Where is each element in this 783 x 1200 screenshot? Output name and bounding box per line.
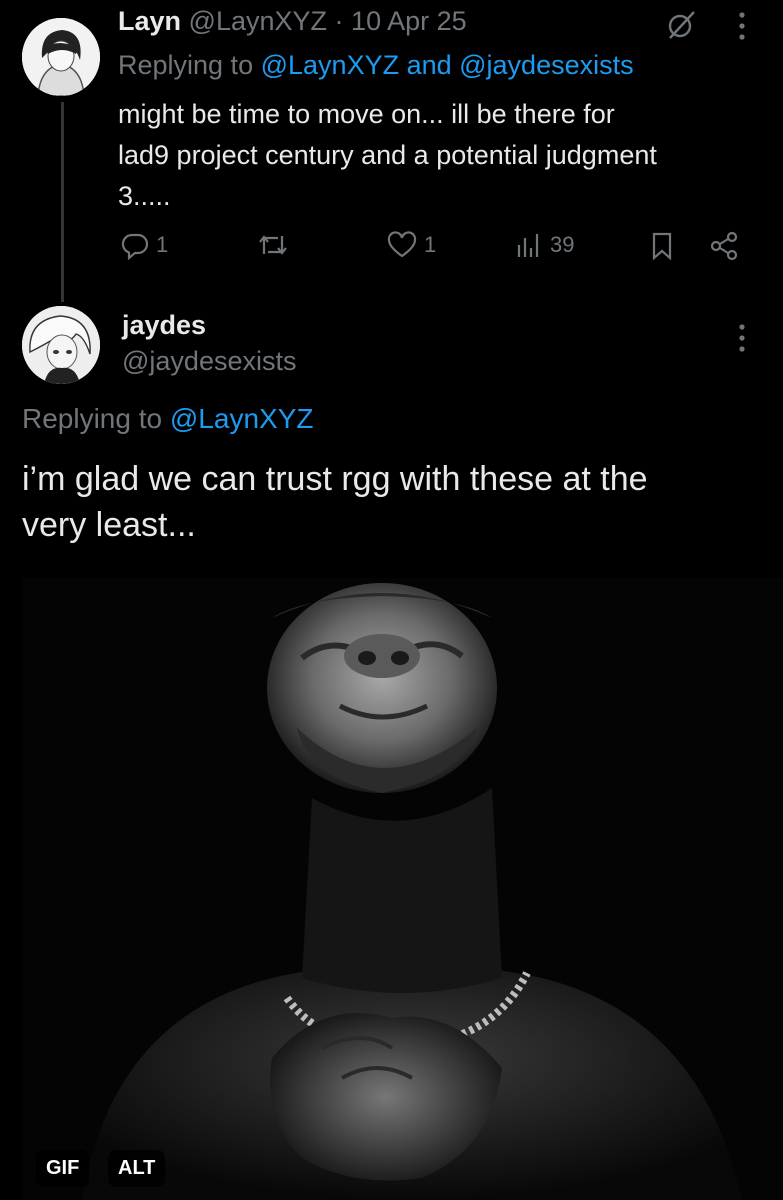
retweet-icon bbox=[259, 235, 287, 255]
gif-image bbox=[22, 578, 782, 1200]
gif-media[interactable] bbox=[22, 578, 782, 1200]
author-handle[interactable]: @jaydesexists bbox=[122, 346, 296, 377]
more-icon[interactable] bbox=[732, 322, 752, 361]
replying-prefix: Replying to bbox=[118, 50, 254, 80]
more-icon[interactable] bbox=[732, 10, 752, 49]
replying-users-link[interactable]: @LaynXYZ and @jaydesexists bbox=[261, 50, 634, 80]
tweet-text-line: might be time to move on... ill be there… bbox=[118, 99, 615, 129]
reply-count: 1 bbox=[156, 232, 169, 257]
author-handle[interactable]: @LaynXYZ bbox=[189, 6, 327, 36]
share-icon bbox=[710, 231, 738, 261]
author-name[interactable]: jaydes bbox=[122, 310, 206, 341]
avatar-layn[interactable] bbox=[22, 18, 100, 96]
replying-user-link[interactable]: @LaynXYZ bbox=[170, 403, 314, 434]
like-icon bbox=[387, 231, 417, 258]
author-name[interactable]: Layn bbox=[118, 6, 181, 36]
separator: · bbox=[334, 6, 344, 36]
tweet-text-line: very least... bbox=[22, 506, 196, 544]
tweet-text-line: 3..... bbox=[118, 181, 171, 211]
view-count: 39 bbox=[550, 232, 575, 257]
tweet1-header: Layn @LaynXYZ · 10 Apr 25 bbox=[118, 6, 467, 37]
views-icon bbox=[517, 234, 539, 257]
reply-icon bbox=[121, 233, 149, 260]
gif-badge: GIF bbox=[36, 1150, 90, 1187]
retweet-button[interactable] bbox=[256, 230, 290, 260]
alt-button[interactable]: ALT bbox=[108, 1150, 166, 1187]
replying-to: Replying to @LaynXYZ and @jaydesexists bbox=[118, 50, 634, 81]
like-button[interactable]: 1 bbox=[386, 230, 436, 260]
reply-button[interactable]: 1 bbox=[120, 230, 168, 260]
like-count: 1 bbox=[424, 232, 437, 257]
views-button[interactable]: 39 bbox=[514, 230, 574, 260]
tweet-text-line: i’m glad we can trust rgg with these at … bbox=[22, 460, 648, 498]
tweet1-text: might be time to move on... ill be there… bbox=[118, 94, 657, 217]
avatar-jaydes[interactable] bbox=[22, 306, 100, 384]
bookmark-button[interactable] bbox=[648, 230, 676, 262]
tweet-text-line: lad9 project century and a potential jud… bbox=[118, 140, 657, 170]
thread-line bbox=[61, 102, 64, 302]
replying-prefix: Replying to bbox=[22, 403, 163, 434]
share-button[interactable] bbox=[708, 230, 740, 262]
grok-icon[interactable] bbox=[664, 8, 698, 47]
bookmark-icon bbox=[652, 232, 672, 261]
tweet-date[interactable]: 10 Apr 25 bbox=[351, 6, 467, 36]
tweet2-text: i’m glad we can trust rgg with these at … bbox=[22, 456, 648, 548]
replying-to: Replying to @LaynXYZ bbox=[22, 403, 313, 435]
